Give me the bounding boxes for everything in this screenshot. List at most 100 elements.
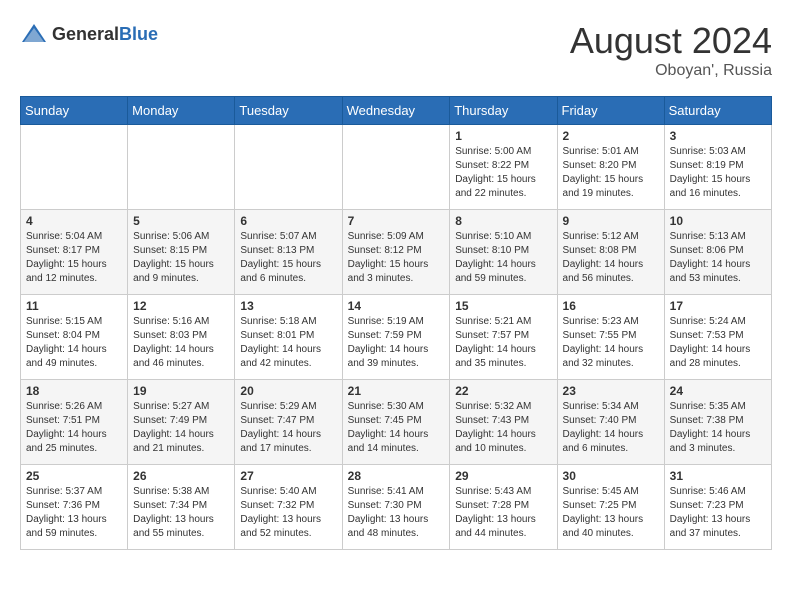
title-block: August 2024 Oboyan', Russia: [570, 20, 772, 80]
day-info: Sunrise: 5:46 AMSunset: 7:23 PMDaylight:…: [670, 485, 766, 541]
calendar-cell: [235, 125, 342, 210]
day-info: Sunrise: 5:16 AMSunset: 8:03 PMDaylight:…: [133, 315, 229, 371]
day-number: 31: [670, 469, 766, 483]
day-info: Sunrise: 5:12 AMSunset: 8:08 PMDaylight:…: [563, 230, 659, 286]
day-info: Sunrise: 5:43 AMSunset: 7:28 PMDaylight:…: [455, 485, 551, 541]
logo: GeneralBlue: [20, 20, 158, 48]
day-number: 9: [563, 214, 659, 228]
calendar-cell: 31 Sunrise: 5:46 AMSunset: 7:23 PMDayligh…: [664, 465, 771, 550]
weekday-header: Sunday: [21, 97, 128, 125]
page-header: GeneralBlue August 2024 Oboyan', Russia: [20, 20, 772, 80]
logo-blue: Blue: [119, 24, 158, 44]
calendar-cell: 1 Sunrise: 5:00 AMSunset: 8:22 PMDaylight…: [450, 125, 557, 210]
day-number: 10: [670, 214, 766, 228]
weekday-header: Friday: [557, 97, 664, 125]
day-info: Sunrise: 5:24 AMSunset: 7:53 PMDaylight:…: [670, 315, 766, 371]
day-info: Sunrise: 5:18 AMSunset: 8:01 PMDaylight:…: [240, 315, 336, 371]
calendar-cell: 27 Sunrise: 5:40 AMSunset: 7:32 PMDayligh…: [235, 465, 342, 550]
day-number: 14: [348, 299, 445, 313]
weekday-header: Monday: [128, 97, 235, 125]
day-number: 21: [348, 384, 445, 398]
day-number: 2: [563, 129, 659, 143]
day-info: Sunrise: 5:27 AMSunset: 7:49 PMDaylight:…: [133, 400, 229, 456]
day-number: 23: [563, 384, 659, 398]
day-number: 19: [133, 384, 229, 398]
calendar-cell: 10 Sunrise: 5:13 AMSunset: 8:06 PMDayligh…: [664, 210, 771, 295]
weekday-header: Thursday: [450, 97, 557, 125]
calendar-cell: 5Sunrise: 5:06 AMSunset: 8:15 PMDaylight…: [128, 210, 235, 295]
day-info: Sunrise: 5:35 AMSunset: 7:38 PMDaylight:…: [670, 400, 766, 456]
calendar-cell: 29Sunrise: 5:43 AMSunset: 7:28 PMDayligh…: [450, 465, 557, 550]
day-info: Sunrise: 5:34 AMSunset: 7:40 PMDaylight:…: [563, 400, 659, 456]
calendar-cell: 20 Sunrise: 5:29 AMSunset: 7:47 PMDayligh…: [235, 380, 342, 465]
day-number: 8: [455, 214, 551, 228]
calendar-cell: 7Sunrise: 5:09 AMSunset: 8:12 PMDaylight…: [342, 210, 450, 295]
weekday-header: Tuesday: [235, 97, 342, 125]
day-number: 13: [240, 299, 336, 313]
day-number: 12: [133, 299, 229, 313]
calendar-week-row: 25Sunrise: 5:37 AMSunset: 7:36 PMDayligh…: [21, 465, 772, 550]
day-info: Sunrise: 5:38 AMSunset: 7:34 PMDaylight:…: [133, 485, 229, 541]
calendar: SundayMondayTuesdayWednesdayThursdayFrid…: [20, 96, 772, 550]
day-number: 17: [670, 299, 766, 313]
day-info: Sunrise: 5:07 AMSunset: 8:13 PMDaylight:…: [240, 230, 336, 286]
calendar-cell: 25Sunrise: 5:37 AMSunset: 7:36 PMDayligh…: [21, 465, 128, 550]
day-info: Sunrise: 5:23 AMSunset: 7:55 PMDaylight:…: [563, 315, 659, 371]
day-info: Sunrise: 5:45 AMSunset: 7:25 PMDaylight:…: [563, 485, 659, 541]
calendar-cell: 9 Sunrise: 5:12 AMSunset: 8:08 PMDaylight…: [557, 210, 664, 295]
month-year: August 2024: [570, 20, 772, 62]
calendar-cell: [342, 125, 450, 210]
day-info: Sunrise: 5:10 AMSunset: 8:10 PMDaylight:…: [455, 230, 551, 286]
calendar-cell: 28Sunrise: 5:41 AMSunset: 7:30 PMDayligh…: [342, 465, 450, 550]
day-info: Sunrise: 5:19 AMSunset: 7:59 PMDaylight:…: [348, 315, 445, 371]
day-number: 30: [563, 469, 659, 483]
day-number: 7: [348, 214, 445, 228]
day-info: Sunrise: 5:13 AMSunset: 8:06 PMDaylight:…: [670, 230, 766, 286]
calendar-week-row: 4Sunrise: 5:04 AMSunset: 8:17 PMDaylight…: [21, 210, 772, 295]
day-info: Sunrise: 5:29 AMSunset: 7:47 PMDaylight:…: [240, 400, 336, 456]
calendar-cell: 2 Sunrise: 5:01 AMSunset: 8:20 PMDaylight…: [557, 125, 664, 210]
calendar-cell: 12 Sunrise: 5:16 AMSunset: 8:03 PMDayligh…: [128, 295, 235, 380]
calendar-cell: 8 Sunrise: 5:10 AMSunset: 8:10 PMDaylight…: [450, 210, 557, 295]
calendar-cell: [21, 125, 128, 210]
day-number: 25: [26, 469, 122, 483]
day-number: 1: [455, 129, 551, 143]
calendar-cell: 14 Sunrise: 5:19 AMSunset: 7:59 PMDayligh…: [342, 295, 450, 380]
day-number: 24: [670, 384, 766, 398]
day-info: Sunrise: 5:26 AMSunset: 7:51 PMDaylight:…: [26, 400, 122, 456]
calendar-cell: 16 Sunrise: 5:23 AMSunset: 7:55 PMDayligh…: [557, 295, 664, 380]
day-number: 26: [133, 469, 229, 483]
day-info: Sunrise: 5:30 AMSunset: 7:45 PMDaylight:…: [348, 400, 445, 456]
calendar-cell: 11Sunrise: 5:15 AMSunset: 8:04 PMDayligh…: [21, 295, 128, 380]
calendar-cell: 21 Sunrise: 5:30 AMSunset: 7:45 PMDayligh…: [342, 380, 450, 465]
calendar-cell: 19 Sunrise: 5:27 AMSunset: 7:49 PMDayligh…: [128, 380, 235, 465]
day-number: 16: [563, 299, 659, 313]
calendar-week-row: 18Sunrise: 5:26 AMSunset: 7:51 PMDayligh…: [21, 380, 772, 465]
calendar-cell: 6Sunrise: 5:07 AMSunset: 8:13 PMDaylight…: [235, 210, 342, 295]
calendar-cell: 15Sunrise: 5:21 AMSunset: 7:57 PMDayligh…: [450, 295, 557, 380]
weekday-header: Saturday: [664, 97, 771, 125]
calendar-cell: 26 Sunrise: 5:38 AMSunset: 7:34 PMDayligh…: [128, 465, 235, 550]
calendar-cell: [128, 125, 235, 210]
day-number: 28: [348, 469, 445, 483]
calendar-cell: 18Sunrise: 5:26 AMSunset: 7:51 PMDayligh…: [21, 380, 128, 465]
day-number: 27: [240, 469, 336, 483]
logo-icon: [20, 20, 48, 48]
location: Oboyan', Russia: [570, 62, 772, 80]
calendar-cell: 13 Sunrise: 5:18 AMSunset: 8:01 PMDayligh…: [235, 295, 342, 380]
day-number: 11: [26, 299, 122, 313]
day-info: Sunrise: 5:01 AMSunset: 8:20 PMDaylight:…: [563, 145, 659, 201]
day-number: 20: [240, 384, 336, 398]
day-info: Sunrise: 5:32 AMSunset: 7:43 PMDaylight:…: [455, 400, 551, 456]
calendar-cell: 4Sunrise: 5:04 AMSunset: 8:17 PMDaylight…: [21, 210, 128, 295]
day-info: Sunrise: 5:06 AMSunset: 8:15 PMDaylight:…: [133, 230, 229, 286]
day-number: 22: [455, 384, 551, 398]
weekday-header: Wednesday: [342, 97, 450, 125]
calendar-cell: 17 Sunrise: 5:24 AMSunset: 7:53 PMDayligh…: [664, 295, 771, 380]
day-info: Sunrise: 5:00 AMSunset: 8:22 PMDaylight:…: [455, 145, 551, 201]
day-number: 3: [670, 129, 766, 143]
calendar-week-row: 1 Sunrise: 5:00 AMSunset: 8:22 PMDaylight…: [21, 125, 772, 210]
day-info: Sunrise: 5:40 AMSunset: 7:32 PMDaylight:…: [240, 485, 336, 541]
calendar-cell: 24 Sunrise: 5:35 AMSunset: 7:38 PMDayligh…: [664, 380, 771, 465]
calendar-week-row: 11Sunrise: 5:15 AMSunset: 8:04 PMDayligh…: [21, 295, 772, 380]
